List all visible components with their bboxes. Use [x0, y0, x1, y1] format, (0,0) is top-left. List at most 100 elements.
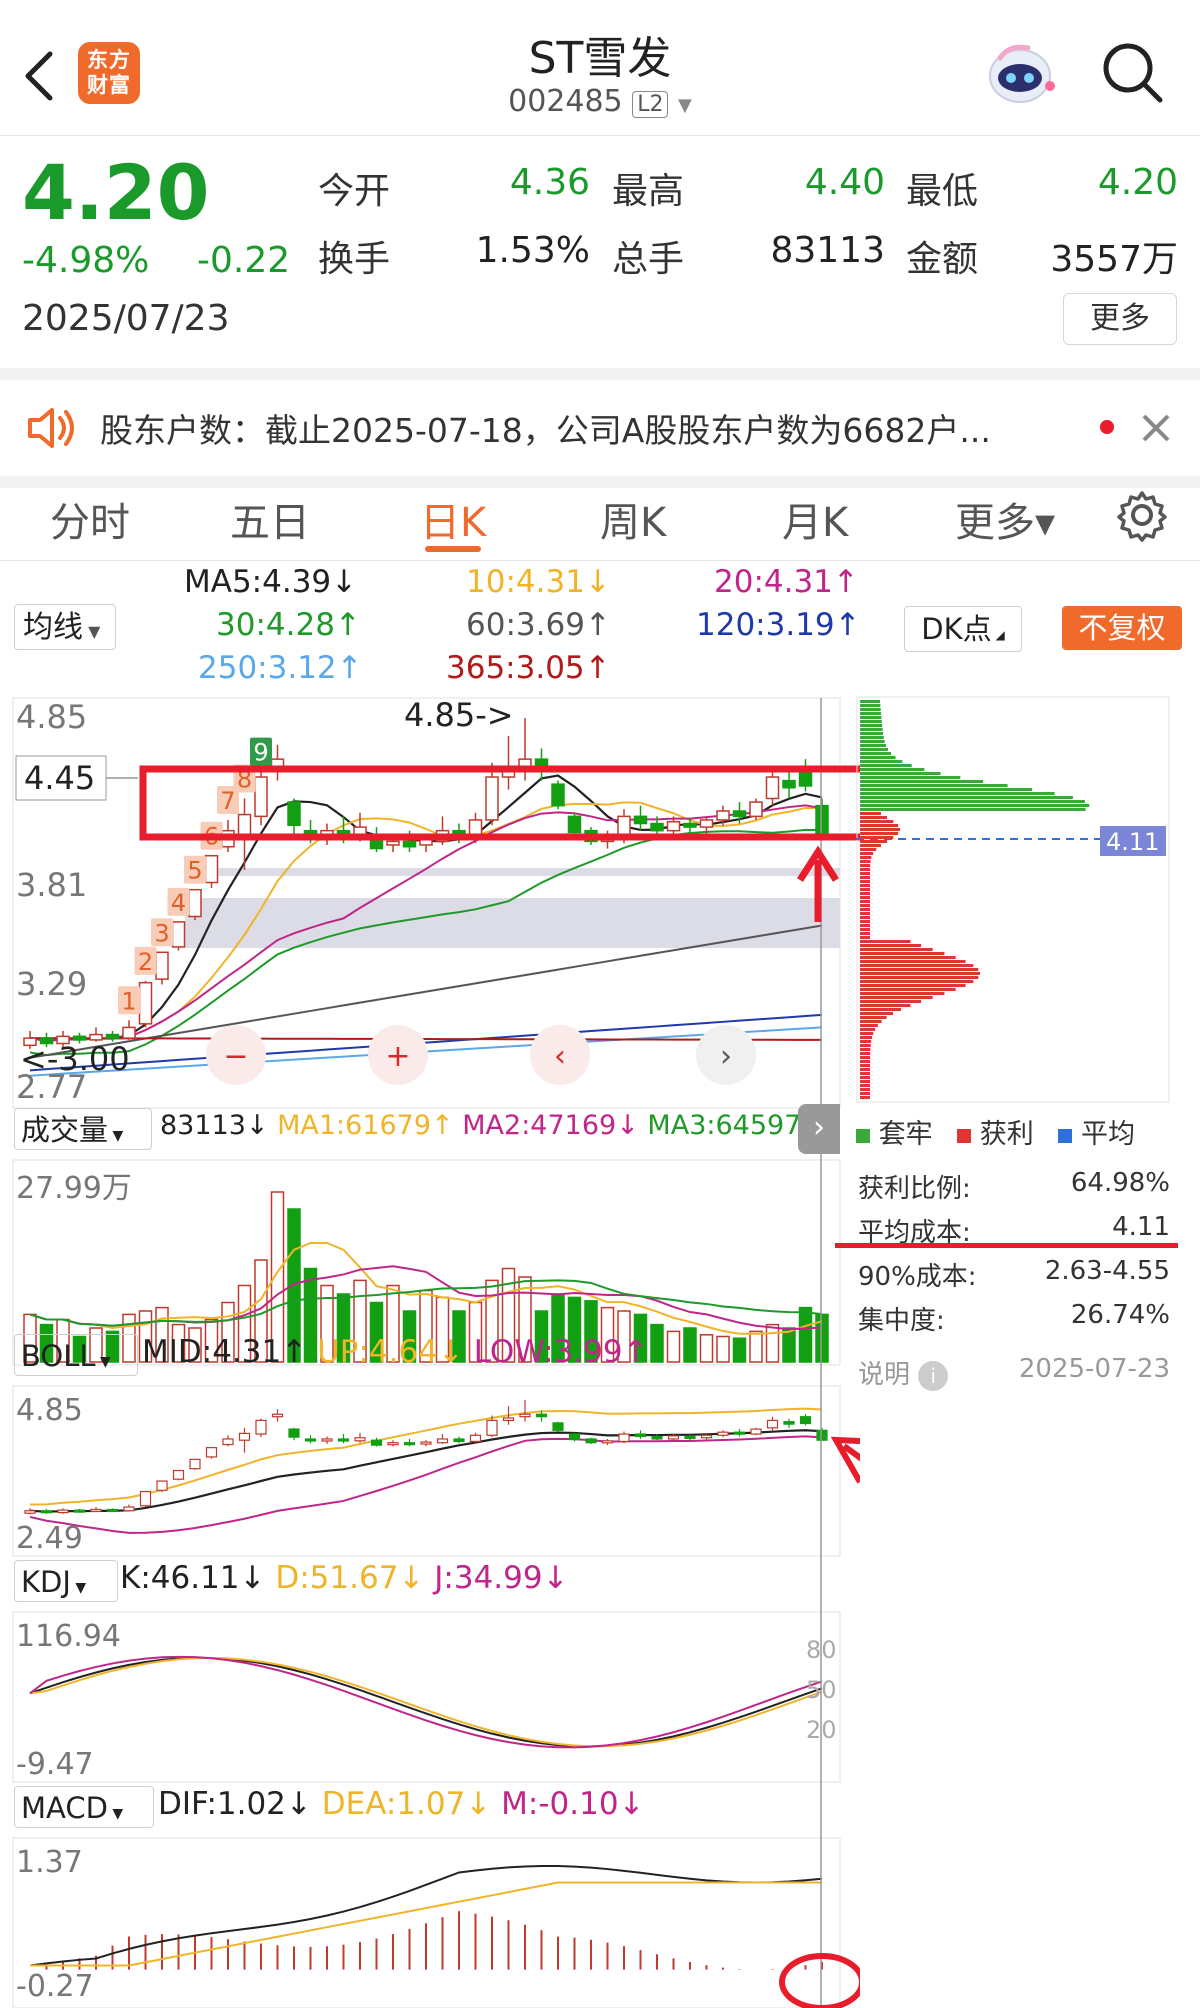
dk-point-button[interactable]: DK点 ◢ [904, 606, 1022, 652]
chip-bar [860, 1060, 871, 1063]
notice-text: 股东户数：截止2025-07-18，公司A股股东户数为6682户... [100, 411, 991, 450]
macd-panel-frame [12, 1837, 841, 2008]
candle-body [567, 815, 582, 834]
volume-bar [699, 1334, 714, 1363]
chip-bar [860, 948, 933, 951]
concentration-value: 26.74% [1070, 1300, 1170, 1330]
macd-y-top: 1.37 [16, 1845, 83, 1880]
profit-swatch-icon [957, 1129, 972, 1143]
average-swatch-icon [1058, 1129, 1073, 1143]
corner-triangle-icon: ◢ [991, 628, 1005, 642]
open-label: 今开 [318, 171, 391, 212]
boll-up-line [29, 1407, 823, 1506]
boll-candle-body [700, 1434, 713, 1439]
chip-bar [860, 1076, 871, 1079]
volume-indicator-selector[interactable]: 成交量 ▼ [14, 1108, 152, 1150]
chip-bar [860, 816, 888, 819]
close-icon[interactable] [1140, 412, 1172, 444]
chip-bar [860, 756, 896, 759]
tab-intraday[interactable]: 分时 [50, 490, 130, 548]
boll-candle-body [189, 1458, 201, 1470]
gear-icon[interactable] [1115, 488, 1169, 542]
chip-bar [860, 892, 870, 895]
info-icon[interactable]: i [918, 1361, 949, 1391]
candle-body [765, 776, 780, 800]
macd-selector-label: MACD [21, 1791, 108, 1825]
volume-bar [683, 1327, 697, 1363]
explain-label[interactable]: 说明 [858, 1360, 910, 1390]
open-value: 4.36 [509, 162, 590, 203]
nine-turn-label: 5 [187, 857, 202, 885]
kdj-level-50: 50 [806, 1676, 837, 1704]
volume-bar [650, 1323, 664, 1363]
boll-candle-body [634, 1433, 647, 1438]
chip-bar [860, 1096, 871, 1099]
kdj-d-line [29, 1656, 823, 1748]
ma250-value: 250:3.12↑ [198, 650, 363, 686]
chip-bar [860, 836, 894, 839]
boll-candle-body [552, 1422, 564, 1431]
macd-legend: DIF:1.02↓ DEA:1.07↓ M:-0.10↓ [158, 1786, 645, 1822]
ma365-value: 365:3.05↑ [446, 650, 611, 686]
volume-y-top: 27.99万 [16, 1171, 132, 1206]
candle-body [138, 981, 153, 1025]
more-quote-button[interactable]: 更多 [1063, 293, 1177, 345]
kdj-k: K:46.11↓ [120, 1560, 266, 1596]
chip-bar [860, 708, 881, 711]
chip-bar [860, 744, 886, 747]
boll-candle-body [684, 1435, 696, 1440]
candle-body [534, 758, 549, 768]
tab-five-day[interactable]: 五日 [230, 490, 310, 548]
annotation-underline [835, 1243, 1178, 1248]
ma30-value: 30:4.28↑ [216, 607, 361, 643]
boll-candle-body [370, 1439, 383, 1446]
trapped-swatch-icon [856, 1129, 870, 1143]
kdj-panel-frame [12, 1611, 841, 1783]
chip-bar [860, 900, 870, 903]
chip-bar [860, 796, 1073, 799]
boll-candle-body [469, 1434, 482, 1443]
boll-candle-body [403, 1442, 416, 1446]
chip-legend-average: 平均 [1080, 1119, 1135, 1150]
macd-indicator-selector[interactable]: MACD ▼ [14, 1786, 154, 1828]
candle-body [716, 810, 730, 821]
red-dot-icon [1100, 420, 1114, 434]
chip-stat-row: 集中度: 26.74% [858, 1300, 1170, 1337]
chip-explain-row: 说明 i 2025-07-23 [858, 1354, 1170, 1391]
low-annotation: <-3.00 [20, 1040, 130, 1078]
boll-indicator-selector[interactable]: BOLL ▼ [14, 1334, 138, 1376]
chip-date: 2025-07-23 [1018, 1354, 1170, 1384]
notice-bar[interactable]: 股东户数：截止2025-07-18，公司A股股东户数为6682户... [0, 368, 1200, 488]
nine-turn-label: 9 [253, 739, 268, 767]
chip-bar [860, 984, 966, 987]
volume-bar [798, 1306, 813, 1363]
candle-body [105, 1033, 120, 1039]
volume-selector-label: 成交量 [21, 1113, 109, 1147]
robot-assistant-icon[interactable] [980, 36, 1060, 112]
ma5-value: MA5:4.39↓ [184, 564, 358, 600]
candle-body [237, 813, 252, 835]
chip-bar [860, 700, 881, 703]
adjust-mode-button[interactable]: 不复权 [1062, 606, 1182, 650]
collapse-side-panel-button[interactable]: › [798, 1104, 840, 1154]
chip-bar [860, 964, 974, 967]
chevron-down-icon: ▼ [95, 1354, 111, 1370]
kdj-indicator-selector[interactable]: KDJ ▼ [14, 1560, 118, 1602]
chip-bar [860, 864, 871, 867]
tab-daily-k[interactable]: 日K [420, 490, 486, 548]
chip-bar [860, 880, 871, 883]
chip-bar [860, 716, 882, 719]
low-value: 4.20 [1097, 162, 1178, 203]
tab-weekly-k[interactable]: 周K [600, 490, 666, 548]
chip-bar [860, 868, 871, 871]
search-icon[interactable] [1100, 40, 1166, 106]
kdj-lines [29, 1655, 823, 1749]
tab-more[interactable]: 更多▾ [955, 490, 1055, 548]
boll-candle-body [139, 1490, 152, 1507]
boll-candle-body [90, 1508, 102, 1513]
chip-bar [860, 1052, 871, 1055]
chip-bar [860, 920, 870, 923]
tab-monthly-k[interactable]: 月K [782, 490, 848, 548]
chip-bar [860, 1088, 871, 1091]
ma-selector[interactable]: 均线 ▼ [14, 604, 116, 650]
